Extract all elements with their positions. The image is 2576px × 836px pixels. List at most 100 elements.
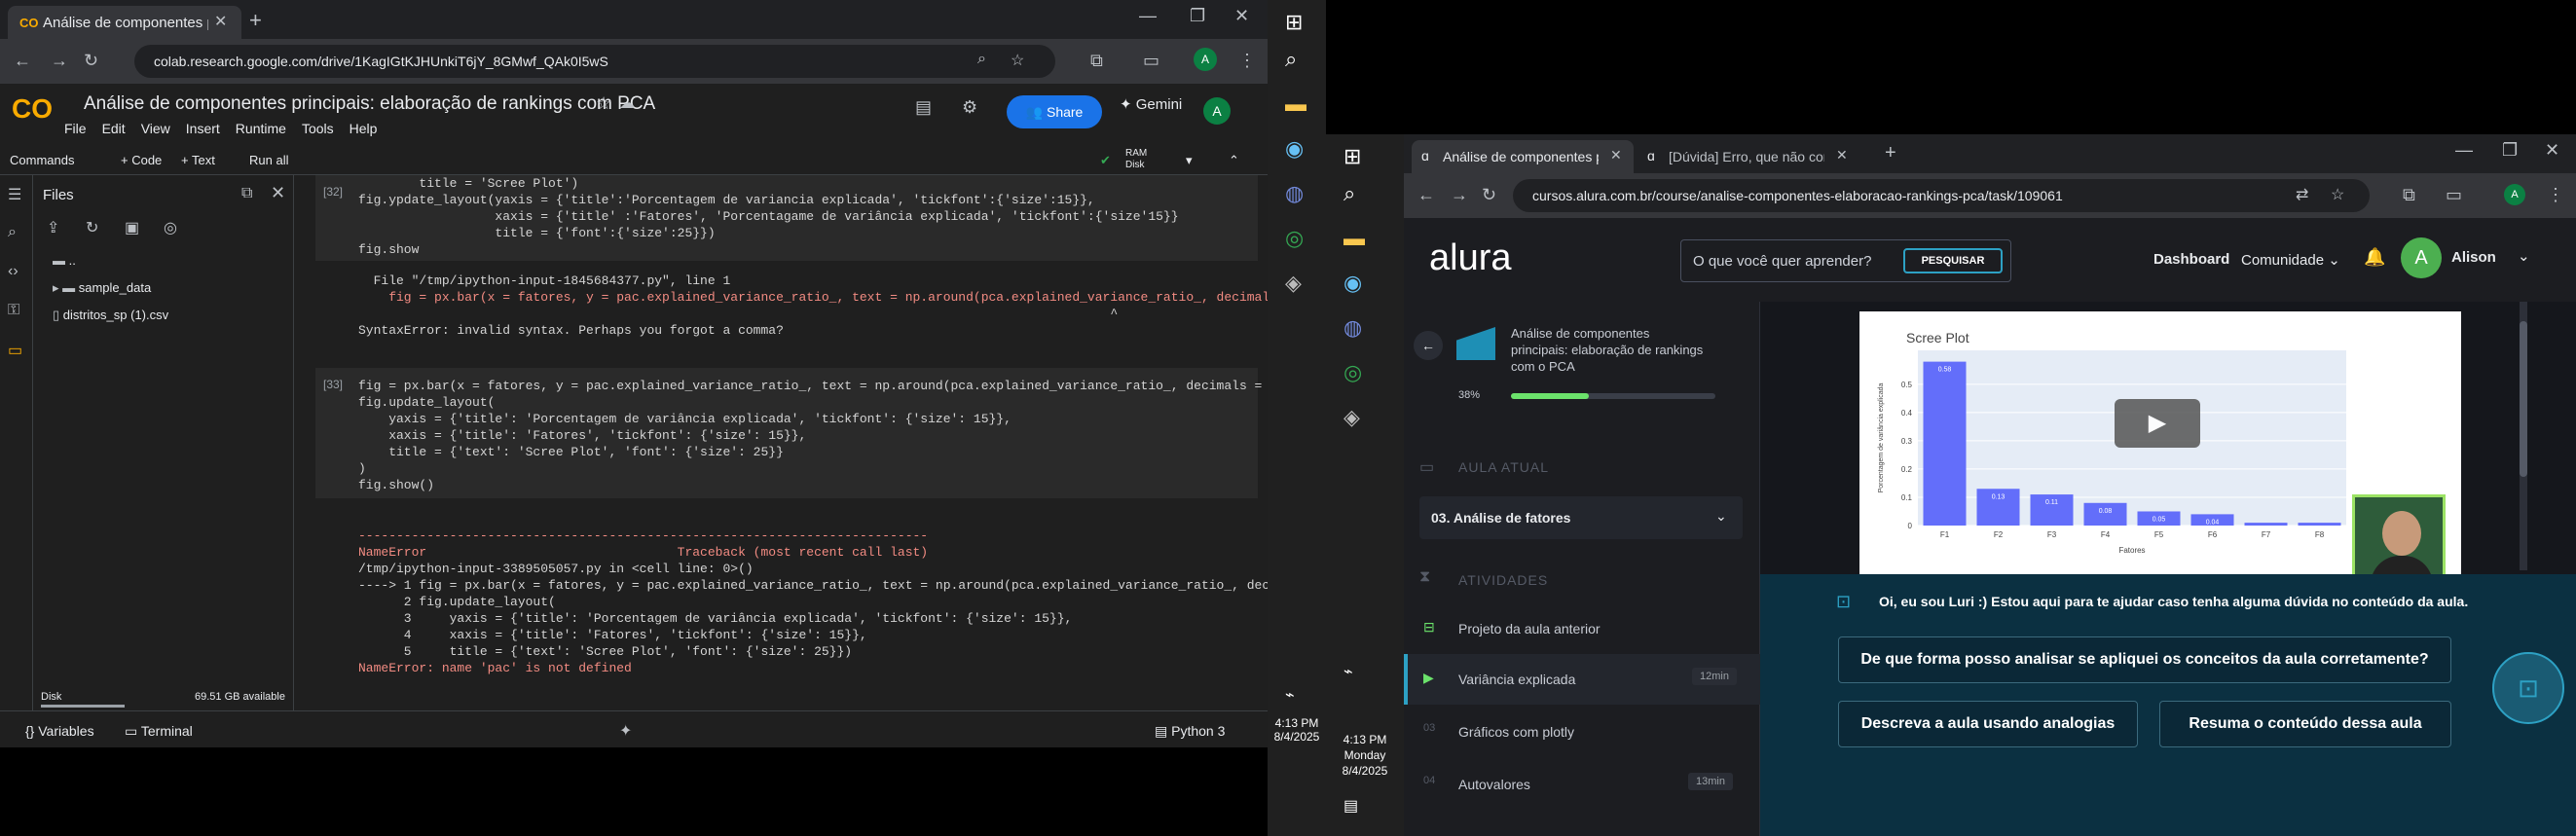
menu-dots-icon[interactable]: ⋮ <box>2547 185 2564 205</box>
restore-icon[interactable]: ❐ <box>1190 6 1205 26</box>
search-icon[interactable]: ⌕ <box>8 224 17 241</box>
hide-files-icon[interactable]: ◎ <box>164 218 177 237</box>
extensions-icon[interactable]: ⧉ <box>1090 51 1103 71</box>
luri-chat-button[interactable]: ⊡ <box>2492 652 2564 724</box>
star-icon[interactable]: ☆ <box>596 93 611 114</box>
video-player[interactable]: Scree Plot 0 0.1 0.2 0.3 0.4 0.5 0.58 F1 0.13 F2 0.… <box>1859 311 2461 590</box>
discord-icon[interactable]: ◍ <box>1285 181 1304 206</box>
back-icon[interactable]: ← <box>1417 185 1435 205</box>
chevron-down-icon[interactable]: ⌄ <box>2518 247 2530 265</box>
collapse-icon[interactable]: ⌃ <box>1229 153 1239 168</box>
runtime-dropdown-icon[interactable]: ▾ <box>1186 153 1193 168</box>
address-bar[interactable]: cursos.alura.com.br/course/analise-compo… <box>1513 179 2370 212</box>
suggestion-button-1[interactable]: De que forma posso analisar se apliquei … <box>1838 636 2451 683</box>
suggestion-button-2[interactable]: Descreva a aula usando analogias <box>1838 701 2138 747</box>
menu-help[interactable]: Help <box>350 121 378 136</box>
folder-icon[interactable]: ▭ <box>8 341 22 360</box>
toc-icon[interactable]: ☰ <box>8 185 21 204</box>
browser-tab[interactable]: CO Análise de componentes princi... ✕ <box>8 6 241 39</box>
file-parent-dir[interactable]: ▬ .. <box>53 253 76 268</box>
suggestion-button-3[interactable]: Resuma o conteúdo dessa aula <box>2159 701 2451 747</box>
open-tab-icon[interactable]: ⧉ <box>241 185 252 202</box>
menu-runtime[interactable]: Runtime <box>236 121 286 136</box>
minimize-icon[interactable]: — <box>1139 6 1157 26</box>
profile-avatar[interactable]: A <box>1194 48 1217 71</box>
translate-icon[interactable]: ⇄ <box>2296 185 2308 204</box>
forward-icon[interactable]: → <box>1451 185 1468 205</box>
windows-start-icon[interactable]: ⊞ <box>1285 10 1303 35</box>
activity-item[interactable]: 04 Autovalores 13min <box>1404 759 1760 810</box>
scrollbar-thumb[interactable] <box>2520 321 2527 477</box>
minimize-icon[interactable]: — <box>2455 140 2473 161</box>
activity-item[interactable]: ⊟ Projeto da aula anterior <box>1404 603 1760 654</box>
discord-icon[interactable]: ◍ <box>1343 315 1362 341</box>
play-button[interactable]: ▶ <box>2115 399 2200 448</box>
course-title[interactable]: Análise de componentes principais: elabo… <box>1511 325 1706 375</box>
gemini-sparkle-icon[interactable]: ✦ <box>619 721 632 741</box>
extensions-icon[interactable]: ⧉ <box>2403 185 2415 205</box>
menu-tools[interactable]: Tools <box>302 121 334 136</box>
address-bar[interactable]: colab.research.google.com/drive/1KagIGtK… <box>134 45 1055 78</box>
bookmark-star-icon[interactable]: ☆ <box>2331 185 2344 204</box>
tray-icon[interactable]: ⌁ <box>1343 662 1353 681</box>
zoom-icon[interactable]: ⌕ <box>977 51 986 68</box>
steam-icon[interactable]: ◉ <box>1285 136 1304 162</box>
colab-avatar[interactable]: A <box>1203 97 1231 125</box>
back-arrow-icon[interactable]: ← <box>1414 331 1443 360</box>
tray-icon[interactable]: ⌁ <box>1285 685 1295 705</box>
comunidade-menu[interactable]: Comunidade ⌄ <box>2241 251 2340 269</box>
file-explorer-icon[interactable]: ▬ <box>1343 226 1365 251</box>
close-window-icon[interactable]: ✕ <box>1234 6 1249 26</box>
cell-code[interactable]: fig = px.bar(x = fatores, y = pac.explai… <box>358 378 1293 493</box>
menu-view[interactable]: View <box>141 121 170 136</box>
chrome-icon[interactable]: ◎ <box>1343 360 1362 385</box>
restore-icon[interactable]: ❐ <box>2502 140 2518 161</box>
browser-tab[interactable]: ɑ [Dúvida] Erro, que não compre... ✕ <box>1638 140 1859 173</box>
windows-start-icon[interactable]: ⊞ <box>1343 144 1361 169</box>
menu-insert[interactable]: Insert <box>186 121 220 136</box>
commands-button[interactable]: Commands <box>10 153 74 167</box>
sidepanel-icon[interactable]: ▭ <box>1143 51 1159 71</box>
close-icon[interactable]: ✕ <box>1610 147 1622 164</box>
user-avatar[interactable]: A <box>2401 237 2442 278</box>
scrollbar[interactable] <box>2520 302 2527 570</box>
cell-code[interactable]: title = 'Scree Plot') fig.ypdate_layout(y… <box>358 175 1179 258</box>
share-button[interactable]: 👥 Share <box>1007 95 1102 128</box>
add-text-button[interactable]: + Text <box>181 153 215 167</box>
bookmark-star-icon[interactable]: ☆ <box>1011 51 1024 70</box>
sidepanel-icon[interactable]: ▭ <box>2446 185 2462 205</box>
clock[interactable]: 4:13 PM 8/4/2025 <box>1271 716 1322 744</box>
alura-logo[interactable]: alura <box>1429 237 1512 279</box>
file-csv[interactable]: ▯ distritos_sp (1).csv <box>53 308 168 323</box>
clock[interactable]: 4:13 PM Monday 8/4/2025 <box>1330 732 1400 779</box>
menu-file[interactable]: File <box>64 121 87 136</box>
search-icon[interactable]: ⌕ <box>1343 181 1355 206</box>
upload-icon[interactable]: ⇪ <box>47 218 59 237</box>
file-explorer-icon[interactable]: ▬ <box>1285 91 1306 117</box>
gemini-button[interactable]: ✦ Gemini <box>1120 95 1182 113</box>
reload-icon[interactable]: ↻ <box>84 51 98 71</box>
activity-item-active[interactable]: ▶ Variância explicada 12min <box>1404 654 1760 705</box>
menu-dots-icon[interactable]: ⋮ <box>1238 51 1256 71</box>
close-panel-icon[interactable]: ✕ <box>271 183 285 203</box>
add-code-button[interactable]: + Code <box>121 153 162 167</box>
current-lesson-select[interactable]: 03. Análise de fatores ⌄ <box>1419 496 1743 539</box>
reload-icon[interactable]: ↻ <box>1482 185 1496 205</box>
new-tab-icon[interactable]: + <box>249 8 262 33</box>
activity-item[interactable]: 03 Gráficos com plotly <box>1404 707 1760 757</box>
menu-edit[interactable]: Edit <box>102 121 126 136</box>
notification-icon[interactable]: ▤ <box>1343 796 1358 816</box>
settings-gear-icon[interactable]: ⚙ <box>962 97 977 118</box>
code-snippets-icon[interactable]: ‹› <box>8 263 18 280</box>
search-input[interactable]: O que você quer aprender? PESQUISAR <box>1680 239 2011 282</box>
secrets-key-icon[interactable]: ⚿ <box>8 302 19 319</box>
comment-icon[interactable]: ▤ <box>915 97 932 118</box>
close-icon[interactable]: ✕ <box>214 12 227 31</box>
back-icon[interactable]: ← <box>14 51 31 71</box>
new-tab-icon[interactable]: + <box>1885 142 1896 164</box>
steam-icon[interactable]: ◉ <box>1343 271 1362 296</box>
run-all-button[interactable]: Run all <box>249 153 288 167</box>
browser-tab-active[interactable]: ɑ Análise de componentes princip... ✕ <box>1412 140 1634 173</box>
code-cell-33[interactable]: [33] fig = px.bar(x = fatores, y = pac.e… <box>315 368 1293 498</box>
dashboard-link[interactable]: Dashboard <box>2153 251 2229 268</box>
